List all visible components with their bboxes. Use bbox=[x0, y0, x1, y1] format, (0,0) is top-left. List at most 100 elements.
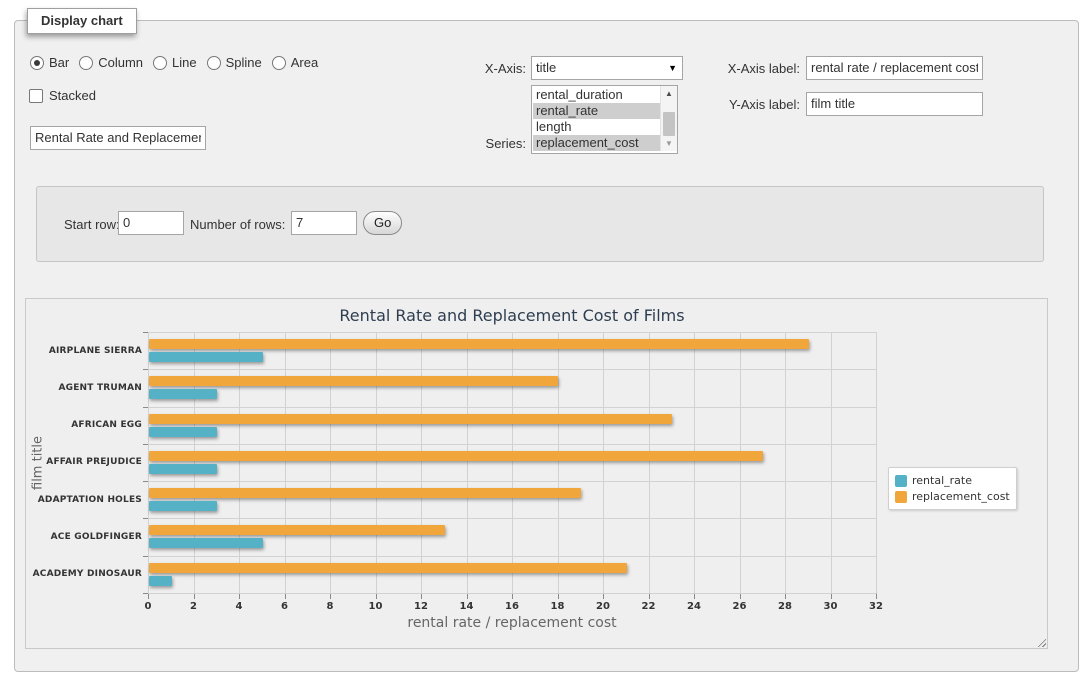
series-option-rental_rate[interactable]: rental_rate bbox=[533, 103, 660, 119]
radio-label: Bar bbox=[49, 55, 69, 70]
series-option-rental_duration[interactable]: rental_duration bbox=[533, 87, 660, 103]
x-tick-mark bbox=[330, 594, 331, 599]
chart-type-radio-bar[interactable]: Bar bbox=[30, 55, 69, 70]
series-select-label: Series: bbox=[430, 136, 526, 151]
chart-bar-rental_rate[interactable] bbox=[149, 538, 263, 548]
stacked-checkbox[interactable] bbox=[29, 89, 43, 103]
x-tick-label: 10 bbox=[356, 601, 396, 612]
gridline bbox=[285, 332, 286, 593]
number-of-rows-input[interactable] bbox=[291, 211, 357, 235]
radio-icon[interactable] bbox=[153, 56, 167, 70]
x-tick-label: 30 bbox=[811, 601, 851, 612]
chart-bar-rental_rate[interactable] bbox=[149, 427, 217, 437]
chart-bar-rental_rate[interactable] bbox=[149, 464, 217, 474]
x-tick-mark bbox=[603, 594, 604, 599]
radio-icon[interactable] bbox=[30, 56, 44, 70]
x-tick-mark bbox=[740, 594, 741, 599]
y-axis-label-input[interactable] bbox=[806, 92, 983, 116]
radio-label: Area bbox=[291, 55, 318, 70]
series-scrollbar[interactable]: ▲ ▼ bbox=[660, 86, 677, 151]
x-tick-label: 24 bbox=[674, 601, 714, 612]
x-tick-label: 20 bbox=[583, 601, 623, 612]
y-tick-mark bbox=[143, 332, 148, 333]
y-axis-label-label: Y-Axis label: bbox=[700, 97, 800, 112]
gridline bbox=[148, 481, 876, 482]
chart-type-radio-line[interactable]: Line bbox=[153, 55, 197, 70]
gridline bbox=[467, 332, 468, 593]
chart-bar-replacement_cost[interactable] bbox=[149, 376, 558, 386]
chart-bar-replacement_cost[interactable] bbox=[149, 339, 809, 349]
x-tick-mark bbox=[376, 594, 377, 599]
chart-bar-rental_rate[interactable] bbox=[149, 576, 172, 586]
gridline bbox=[148, 332, 876, 333]
gridline bbox=[694, 332, 695, 593]
gridline bbox=[148, 593, 876, 594]
legend-item-replacement_cost[interactable]: replacement_cost bbox=[895, 489, 1010, 504]
scrollbar-thumb[interactable] bbox=[663, 112, 675, 136]
gridline bbox=[239, 332, 240, 593]
chart-bar-rental_rate[interactable] bbox=[149, 352, 263, 362]
chart-container: Rental Rate and Replacement Cost of Film… bbox=[25, 298, 1048, 649]
y-tick-mark bbox=[143, 518, 148, 519]
x-tick-label: 22 bbox=[629, 601, 669, 612]
x-tick-label: 14 bbox=[447, 601, 487, 612]
series-listbox[interactable]: rental_durationrental_ratelengthreplacem… bbox=[531, 85, 678, 154]
x-axis-select[interactable]: title ▼ bbox=[531, 56, 683, 80]
gridline bbox=[194, 332, 195, 593]
radio-label: Spline bbox=[226, 55, 262, 70]
category-label: AGENT TRUMAN bbox=[26, 369, 142, 406]
radio-icon[interactable] bbox=[272, 56, 286, 70]
start-row-input[interactable] bbox=[118, 211, 184, 235]
chart-type-radio-group: Bar Column Line Spline Area bbox=[30, 55, 328, 70]
fieldset-legend: Display chart bbox=[27, 8, 137, 34]
legend-swatch bbox=[895, 475, 907, 487]
x-tick-label: 18 bbox=[538, 601, 578, 612]
x-axis-label-input[interactable] bbox=[806, 56, 983, 80]
chart-bar-replacement_cost[interactable] bbox=[149, 488, 581, 498]
stacked-label: Stacked bbox=[49, 88, 96, 103]
gridline bbox=[603, 332, 604, 593]
chart-bar-replacement_cost[interactable] bbox=[149, 525, 445, 535]
x-tick-label: 32 bbox=[856, 601, 896, 612]
scroll-up-icon[interactable]: ▲ bbox=[661, 86, 677, 101]
chart-bar-replacement_cost[interactable] bbox=[149, 563, 627, 573]
go-button[interactable]: Go bbox=[363, 211, 402, 235]
x-tick-mark bbox=[467, 594, 468, 599]
chart-title: Rental Rate and Replacement Cost of Film… bbox=[148, 306, 876, 325]
chart-title-input[interactable] bbox=[30, 126, 206, 150]
x-tick-mark bbox=[831, 594, 832, 599]
legend-swatch bbox=[895, 491, 907, 503]
gridline bbox=[148, 407, 876, 408]
gridline bbox=[376, 332, 377, 593]
y-tick-mark bbox=[143, 407, 148, 408]
x-axis-selected-value: title bbox=[536, 60, 556, 75]
radio-icon[interactable] bbox=[79, 56, 93, 70]
chart-bar-rental_rate[interactable] bbox=[149, 501, 217, 511]
chart-bar-replacement_cost[interactable] bbox=[149, 451, 763, 461]
chart-type-radio-area[interactable]: Area bbox=[272, 55, 318, 70]
y-tick-mark bbox=[143, 444, 148, 445]
radio-icon[interactable] bbox=[207, 56, 221, 70]
resize-handle-icon[interactable] bbox=[1035, 636, 1046, 647]
x-tick-mark bbox=[148, 594, 149, 599]
chart-bar-rental_rate[interactable] bbox=[149, 389, 217, 399]
x-tick-mark bbox=[194, 594, 195, 599]
gridline bbox=[148, 444, 876, 445]
chart-type-radio-column[interactable]: Column bbox=[79, 55, 143, 70]
stacked-checkbox-row[interactable]: Stacked bbox=[29, 88, 96, 103]
category-label: ACE GOLDFINGER bbox=[26, 518, 142, 555]
series-option-length[interactable]: length bbox=[533, 119, 660, 135]
legend-item-rental_rate[interactable]: rental_rate bbox=[895, 473, 1010, 488]
gridline bbox=[330, 332, 331, 593]
gridline bbox=[148, 518, 876, 519]
x-axis-label-label: X-Axis label: bbox=[700, 61, 800, 76]
scroll-down-icon[interactable]: ▼ bbox=[661, 136, 677, 151]
x-tick-label: 4 bbox=[219, 601, 259, 612]
gridline bbox=[148, 332, 149, 593]
x-tick-label: 6 bbox=[265, 601, 305, 612]
chart-type-radio-spline[interactable]: Spline bbox=[207, 55, 262, 70]
series-option-replacement_cost[interactable]: replacement_cost bbox=[533, 135, 660, 151]
x-tick-label: 2 bbox=[174, 601, 214, 612]
category-label: AFFAIR PREJUDICE bbox=[26, 444, 142, 481]
chart-bar-replacement_cost[interactable] bbox=[149, 414, 672, 424]
